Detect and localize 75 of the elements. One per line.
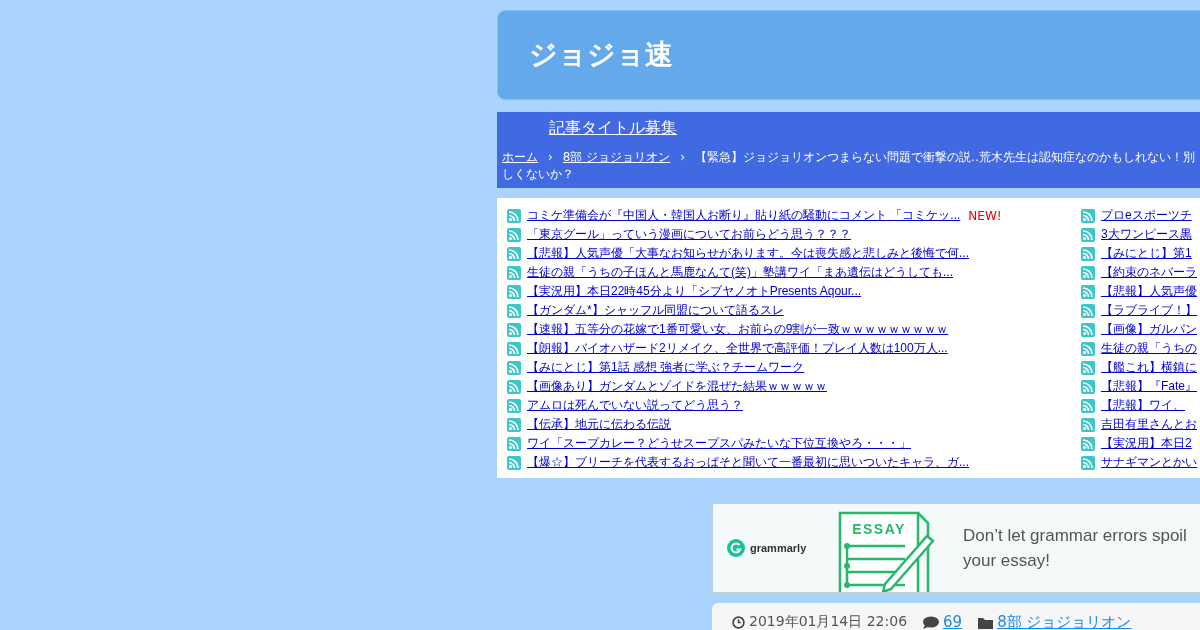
feed-link[interactable]: ワイ「スープカレー？どうせスープスパみたいな下位互換やろ・・・」 (527, 435, 911, 452)
feed-link[interactable]: 【艦これ】横鎮に (1101, 359, 1197, 376)
rss-icon (507, 303, 521, 318)
feed-link[interactable]: 【爆☆】ブリーチを代表するおっぱそと聞いて一番最初に思いついたキャラ、ガ... (527, 454, 969, 471)
rss-icon (1081, 341, 1095, 356)
feed-link[interactable]: 生徒の親「うちの (1101, 340, 1197, 357)
breadcrumb-current: しくないか？ (502, 166, 575, 183)
feed-link[interactable]: 【朗報】バイオハザード2リメイク、全世界で高評価！プレイ人数は100万人... (527, 340, 948, 357)
chevron-icon: › (548, 149, 553, 166)
rss-icon (1081, 208, 1095, 223)
breadcrumb-current: 【緊急】ジョジョリオンつまらない問題で衝撃の説‥荒木先生は認知症なのかもしれない！別 (695, 149, 1196, 166)
feed-link[interactable]: 【悲報】人気声優 (1101, 283, 1197, 300)
rss-icon (507, 246, 521, 261)
feed-link[interactable]: 【速報】五等分の花嫁で1番可愛い女、お前らの9割が一致ｗｗｗｗｗｗｗｗｗ (527, 321, 949, 338)
feed-link[interactable]: 【画像あり】ガンダムとゾイドを混ぜた結果ｗｗｗｗｗ (527, 378, 827, 395)
rss-icon (507, 379, 521, 394)
rss-icon (507, 284, 521, 299)
essay-label: ESSAY (852, 521, 906, 537)
rss-icon (1081, 398, 1095, 413)
rss-icon (1081, 322, 1095, 337)
rss-icon (1081, 246, 1095, 261)
new-label: NEW! (968, 208, 1002, 223)
feed-link[interactable]: 【実況用】本日22時45分より「シブヤノオトPresents Aqour... (527, 283, 862, 300)
feed-link[interactable]: 3大ワンピース黒 (1101, 226, 1192, 243)
chevron-icon: › (680, 149, 686, 166)
rss-icon (507, 227, 521, 242)
breadcrumb-link[interactable]: 8部 ジョジョリオン (562, 149, 671, 166)
feed-link[interactable]: 【みにとじ】第1話 感想 強者に学ぶ？チームワーク (527, 359, 805, 376)
feed-link[interactable]: 【悲報】『Fate』 (1101, 378, 1197, 395)
feed-link[interactable]: 【悲報】人気声優「大事なお知らせがあります。今は喪失感と悲しみと後悔で何... (527, 245, 969, 262)
grammarly-logo-icon (727, 539, 745, 557)
rss-icon (1081, 455, 1095, 470)
feed-link[interactable]: コミケ準備会が『中国人・韓国人お断り』貼り紙の騒動にコメント 「コミケッ... (527, 207, 961, 224)
ad-text: Don’t let grammar errors spoil your essay! (963, 525, 1188, 572)
rss-icon (1081, 227, 1095, 242)
rss-icon (507, 341, 521, 356)
rss-icon (507, 417, 521, 432)
brand-name: grammarly (750, 542, 807, 554)
rss-icon (507, 265, 521, 280)
rss-icon (507, 322, 521, 337)
rss-icon (507, 398, 521, 413)
feed-link[interactable]: サナギマンとかい (1101, 454, 1197, 471)
folder-icon (978, 616, 994, 629)
feed-link[interactable]: 生徒の親「うちの子ほんと馬鹿なんて(笑)」塾講ワイ「まあ遺伝はどうしても... (527, 264, 953, 281)
comment-count-link[interactable]: 69 (943, 613, 963, 630)
rss-icon (507, 455, 521, 470)
rss-icon (507, 208, 521, 223)
breadcrumb-link[interactable]: ホーム (502, 149, 538, 166)
feed-link[interactable]: 【実況用】本日2 (1101, 435, 1192, 452)
rss-icon (1081, 436, 1095, 451)
feed-link[interactable]: 【ラブライブ！】 (1101, 302, 1197, 319)
rss-icon (507, 360, 521, 375)
nav-link[interactable]: 記事タイトル募集 (549, 118, 677, 139)
feed-link[interactable]: 【伝承】地元に伝わる伝説 (527, 416, 671, 433)
category-link[interactable]: 8部 ジョジョリオン (997, 613, 1132, 630)
feed-link[interactable]: 【ガンダム*】シャッフル同盟について語るスレ (527, 302, 784, 319)
rss-icon (1081, 379, 1095, 394)
feed-link[interactable]: 【約束のネバーラ (1101, 264, 1197, 281)
rss-icon (507, 436, 521, 451)
rss-icon (1081, 303, 1095, 318)
ad-banner[interactable]: grammarly ESSAY Don’t let grammar errors spoil your essay! (712, 503, 1200, 593)
feed-link[interactable]: 【悲報】ワイ、 (1101, 397, 1185, 414)
speech-bubble-icon (923, 615, 940, 629)
rss-icon (1081, 417, 1095, 432)
rss-icon (1081, 265, 1095, 280)
clock-icon (732, 615, 745, 629)
feed-link[interactable]: 吉田有里さんとお (1101, 416, 1197, 433)
feed-link[interactable]: アムロは死んでいない説ってどう思う？ (527, 397, 743, 414)
feed-link[interactable]: 「東京グール」っていう漫画についてお前らどう思う？？？ (527, 226, 851, 243)
rss-icon (1081, 284, 1095, 299)
rss-icon (1081, 360, 1095, 375)
feed-link[interactable]: プロeスポーツチ (1101, 207, 1192, 224)
feed-link[interactable]: 【画像】ガルパン (1101, 321, 1197, 338)
post-date: 2019年01月14日 22:06 (749, 613, 908, 630)
feed-link[interactable]: 【みにとじ】第1 (1101, 245, 1192, 262)
